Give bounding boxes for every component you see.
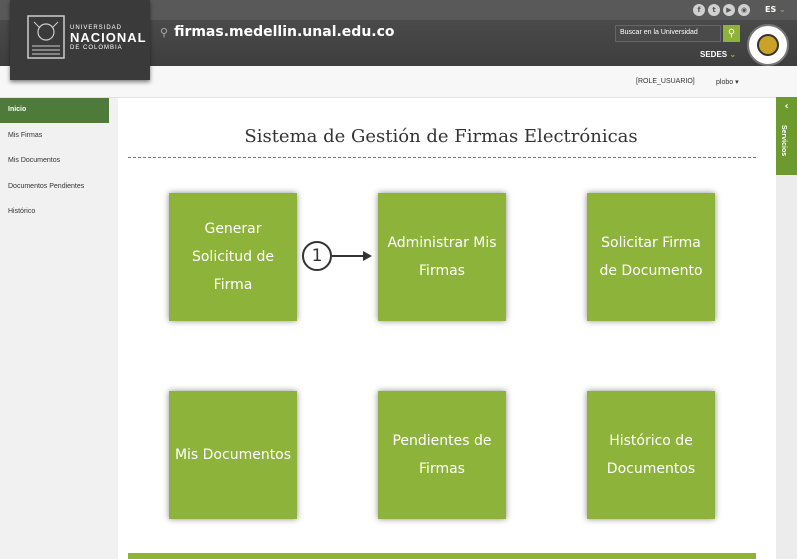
facebook-icon[interactable]: f [693, 4, 705, 16]
callout-badge: 1 [302, 241, 332, 271]
sidebar-item-documentos-pendientes[interactable]: Documentos Pendientes [0, 175, 109, 200]
tile-historico-documentos[interactable]: Histórico de Documentos [587, 391, 715, 519]
tile-label: Administrar Mis Firmas [387, 235, 497, 279]
chevron-down-icon: ⌄ [729, 50, 737, 59]
sidebar-item-mis-documentos[interactable]: Mis Documentos [0, 149, 109, 174]
chevron-down-icon: ⌄ [779, 5, 786, 14]
tile-administrar-firmas[interactable]: Administrar Mis Firmas [378, 193, 506, 321]
logo-text: UNIVERSIDAD NACIONAL DE COLOMBIA [70, 25, 147, 51]
seal-center [757, 34, 779, 56]
language-label: ES [765, 5, 777, 14]
tile-label: Histórico de Documentos [606, 433, 696, 477]
search-icon: ⚲ [727, 28, 736, 39]
youtube-icon[interactable]: ▶ [723, 4, 735, 16]
title-divider [128, 157, 756, 158]
tile-pendientes-firmas[interactable]: Pendientes de Firmas [378, 391, 506, 519]
services-tab[interactable]: ‹ Servicios [776, 97, 797, 175]
caret-down-icon: ▾ [735, 79, 739, 86]
location-pin-icon: ⚲ [160, 26, 169, 39]
services-label: Servicios [780, 125, 787, 157]
tile-solicitar-firma[interactable]: Solicitar Firma de Documento [587, 193, 715, 321]
logo-line-2: NACIONAL [70, 30, 147, 45]
search-input[interactable]: Buscar en la Universidad [615, 25, 721, 42]
tile-label: Mis Documentos [174, 447, 292, 463]
site-url-text: firmas.medellin.unal.edu.co [174, 24, 395, 40]
site-url-link[interactable]: ⚲ firmas.medellin.unal.edu.co [160, 24, 395, 40]
rss-icon[interactable]: ◉ [738, 4, 750, 16]
chevron-left-icon: ‹ [784, 101, 789, 112]
footer-bar [128, 553, 756, 559]
page-title: Sistema de Gestión de Firmas Electrónica… [244, 126, 638, 147]
logo-line-3: DE COLOMBIA [70, 45, 123, 51]
language-selector[interactable]: ES ⌄ [765, 5, 786, 14]
callout-arrow-icon [332, 251, 372, 261]
university-shield-icon [27, 15, 65, 59]
sidebar-item-mis-firmas[interactable]: Mis Firmas [0, 124, 109, 149]
twitter-icon[interactable]: t [708, 4, 720, 16]
university-logo[interactable]: UNIVERSIDAD NACIONAL DE COLOMBIA [10, 0, 150, 80]
tile-generar-solicitud[interactable]: Generar Solicitud de Firma [169, 193, 297, 321]
colombia-seal-icon[interactable] [747, 24, 789, 66]
tile-mis-documentos[interactable]: Mis Documentos [169, 391, 297, 519]
sedes-label: SEDES [700, 50, 728, 59]
tile-label: Generar Solicitud de Firma [191, 221, 275, 293]
user-menu[interactable]: plobo ▾ [716, 78, 739, 86]
tile-label: Pendientes de Firmas [392, 433, 492, 477]
tile-label: Solicitar Firma de Documento [599, 235, 703, 279]
sedes-dropdown[interactable]: SEDES ⌄ [700, 50, 736, 59]
username: plobo [716, 79, 734, 86]
user-role: [ROLE_USUARIO] [636, 78, 695, 85]
social-icons: f t ▶ ◉ [693, 4, 750, 16]
sidebar-item-historico[interactable]: Histórico [0, 200, 109, 225]
sidebar-item-inicio[interactable]: Inicio [0, 98, 109, 123]
search-button[interactable]: ⚲ [723, 25, 740, 42]
